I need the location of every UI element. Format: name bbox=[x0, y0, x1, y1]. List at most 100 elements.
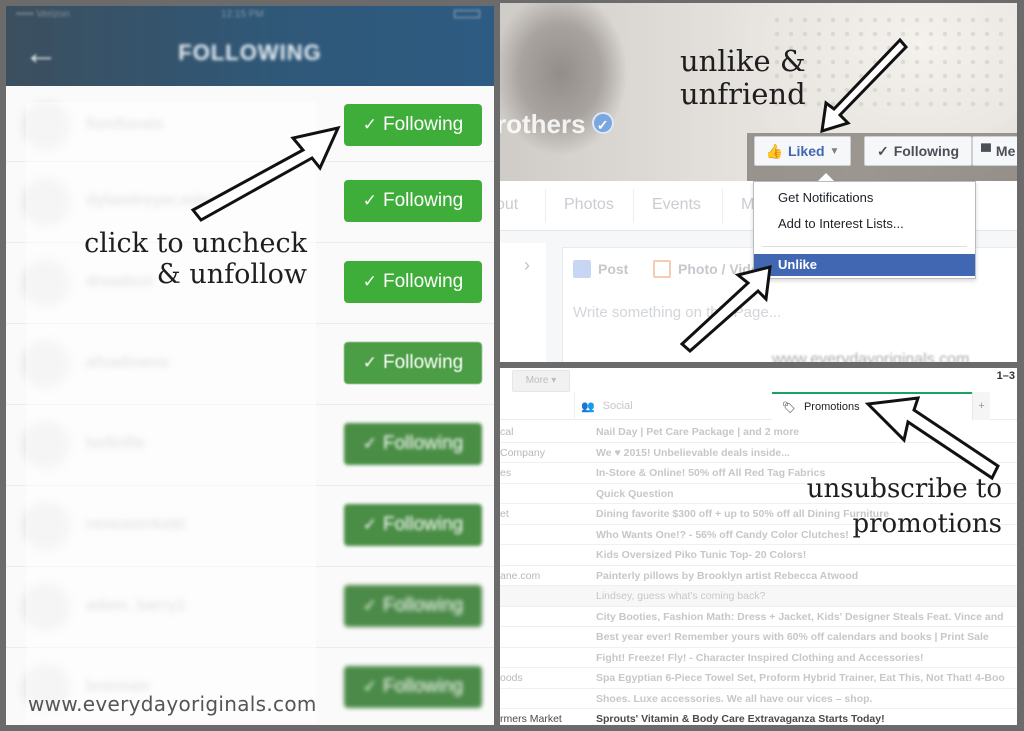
email-subject: Shoes. Luxe accessories. We all have our… bbox=[596, 692, 873, 705]
email-subject: Fight! Freeze! Fly! - Character Inspired… bbox=[596, 651, 924, 664]
watermark: www.everydayoriginals.com bbox=[28, 692, 317, 716]
annotation-line: promotions bbox=[852, 509, 1002, 540]
email-row[interactable]: Lindsey, guess what's coming back? bbox=[500, 586, 1017, 607]
photo-icon bbox=[653, 260, 671, 278]
email-subject: Spa Egyptian 6-Piece Towel Set, Proform … bbox=[596, 672, 1005, 684]
following-button-label: Following bbox=[382, 114, 464, 135]
following-button-label: Following bbox=[382, 190, 464, 211]
annotation-line: unfriend bbox=[680, 77, 806, 112]
chevron-right-icon[interactable]: › bbox=[524, 255, 530, 276]
annotation-arrow-icon bbox=[820, 37, 909, 134]
email-row[interactable]: rmers Market Sprouts' Vitamin & Body Care… bbox=[500, 709, 1017, 725]
menu-item-unlike[interactable]: Unlike bbox=[754, 254, 975, 276]
tab-events[interactable]: Events bbox=[652, 196, 701, 214]
email-sender: es bbox=[500, 467, 512, 479]
following-button-label: Following bbox=[893, 143, 960, 159]
following-button-label: Following bbox=[382, 352, 464, 373]
following-button-label: Following bbox=[382, 433, 464, 454]
annotation-arrow-icon bbox=[864, 396, 1000, 481]
page-count: 1–3 bbox=[996, 370, 1015, 382]
carrier-label: ••••• Verizon bbox=[16, 9, 70, 20]
check-icon: ✓ bbox=[362, 596, 377, 615]
composer-tab-label: Post bbox=[598, 261, 629, 277]
battery-icon bbox=[454, 10, 480, 18]
message-button-label: Me bbox=[995, 143, 1016, 159]
check-icon: ✓ bbox=[362, 272, 377, 291]
check-icon: ✓ bbox=[362, 191, 377, 210]
caret-down-icon: ▼ bbox=[829, 145, 840, 157]
status-bar: ••••• Verizon 12:15 PM bbox=[6, 6, 494, 24]
tab-label: Social bbox=[602, 400, 633, 412]
email-row[interactable]: Best year ever! Remember yours with 60% … bbox=[500, 627, 1017, 648]
speech-bubble-icon: ▀ bbox=[981, 143, 991, 159]
email-subject: Lindsey, guess what's coming back? bbox=[596, 590, 766, 602]
following-button[interactable]: ✓ Following bbox=[344, 504, 482, 546]
email-row[interactable]: Shoes. Luxe accessories. We all have our… bbox=[500, 689, 1017, 709]
page-title: FOLLOWING bbox=[178, 40, 322, 65]
email-subject: We ♥ 2015! Unbelievable deals inside... bbox=[596, 446, 790, 459]
email-sender: et bbox=[500, 508, 509, 520]
page-name[interactable]: rothers ✓ bbox=[500, 109, 614, 140]
email-subject: Sprouts' Vitamin & Body Care Extravaganz… bbox=[596, 713, 885, 725]
tag-icon: 🏷 bbox=[782, 401, 796, 414]
following-button[interactable]: ✓ Following bbox=[344, 423, 482, 465]
tab-social[interactable]: 👥 Social bbox=[574, 392, 774, 420]
following-button-label: Following bbox=[382, 595, 464, 616]
time-label: 12:15 PM bbox=[221, 9, 264, 20]
menu-item-get-notifications[interactable]: Get Notifications bbox=[754, 187, 975, 209]
email-subject: Kids Oversized Piko Tunic Top- 20 Colors… bbox=[596, 549, 807, 561]
tab-about[interactable]: out bbox=[500, 196, 518, 214]
tab-divider bbox=[722, 189, 723, 223]
annotation-line: click to uncheck bbox=[84, 228, 307, 259]
email-row[interactable]: Fight! Freeze! Fly! - Character Inspired… bbox=[500, 648, 1017, 668]
check-icon: ✓ bbox=[362, 353, 377, 372]
following-button[interactable]: ✓ Following bbox=[344, 261, 482, 303]
following-button[interactable]: ✓ Following bbox=[344, 104, 482, 146]
following-button[interactable]: ✓ Following bbox=[344, 585, 482, 627]
email-sender: rmers Market bbox=[500, 713, 562, 725]
tab-label: Promotions bbox=[803, 401, 860, 413]
tab-divider bbox=[545, 189, 546, 223]
email-sender: Company bbox=[500, 446, 545, 459]
following-button[interactable]: ✓ Following bbox=[344, 180, 482, 222]
more-button[interactable]: More ▾ bbox=[512, 370, 570, 392]
email-row[interactable]: City Booties, Fashion Math: Dress + Jack… bbox=[500, 607, 1017, 627]
email-row[interactable]: oods Spa Egyptian 6-Piece Towel Set, Prof… bbox=[500, 668, 1017, 689]
check-icon: ✓ bbox=[362, 434, 377, 453]
following-button-label: Following bbox=[382, 676, 464, 697]
annotation-text: click to uncheck & unfollow bbox=[84, 228, 307, 290]
check-icon: ✓ bbox=[362, 515, 377, 534]
gmail-inbox-panel: More ▾ 1–3 👥 Social 🏷 Promotions + cal Na… bbox=[500, 368, 1017, 725]
following-button-label: Following bbox=[382, 271, 464, 292]
annotation-arrow-icon bbox=[679, 265, 772, 353]
annotation-line: unsubscribe to bbox=[806, 474, 1002, 504]
tab-divider bbox=[633, 189, 634, 223]
following-button[interactable]: ✓ Following bbox=[864, 136, 972, 166]
following-button[interactable]: ✓ Following bbox=[344, 342, 482, 384]
liked-dropdown-menu: Get Notifications Add to Interest Lists.… bbox=[753, 181, 976, 279]
tab-photos[interactable]: Photos bbox=[564, 196, 614, 214]
instagram-following-panel: ••••• Verizon 12:15 PM ← FOLLOWING fionf… bbox=[6, 6, 494, 725]
dropdown-pointer bbox=[818, 173, 834, 181]
liked-button[interactable]: 👍 Liked ▼ bbox=[754, 136, 851, 166]
message-button[interactable]: ▀ Me bbox=[972, 136, 1017, 166]
thumbs-up-icon: 👍 bbox=[765, 142, 783, 159]
facebook-page-panel: rothers ✓ 👍 Liked ▼ ✓ Following ▀ Me out … bbox=[500, 3, 1017, 362]
composer-tab-post[interactable]: Post bbox=[573, 260, 628, 278]
menu-item-add-to-interest-lists[interactable]: Add to Interest Lists... bbox=[754, 213, 975, 235]
email-subject: In-Store & Online! 50% off All Red Tag F… bbox=[596, 467, 826, 479]
liked-button-label: Liked bbox=[787, 143, 825, 159]
email-row[interactable]: Kids Oversized Piko Tunic Top- 20 Colors… bbox=[500, 545, 1017, 566]
email-subject: Nail Day | Pet Care Package | and 2 more bbox=[596, 426, 800, 438]
check-icon: ✓ bbox=[876, 142, 889, 159]
annotation-text: unsubscribe to promotions bbox=[807, 472, 1002, 542]
email-row[interactable]: ane.com Painterly pillows by Brooklyn art… bbox=[500, 566, 1017, 586]
check-icon: ✓ bbox=[362, 677, 377, 696]
page-name-text: rothers bbox=[500, 109, 586, 139]
pencil-icon bbox=[573, 260, 591, 278]
annotation-line: unlike & bbox=[680, 44, 806, 78]
following-button[interactable]: ✓ Following bbox=[344, 666, 482, 708]
watermark: www.everydayoriginals.com bbox=[772, 351, 970, 362]
following-button-label: Following bbox=[382, 514, 464, 535]
annotation-arrow-icon bbox=[190, 125, 341, 222]
